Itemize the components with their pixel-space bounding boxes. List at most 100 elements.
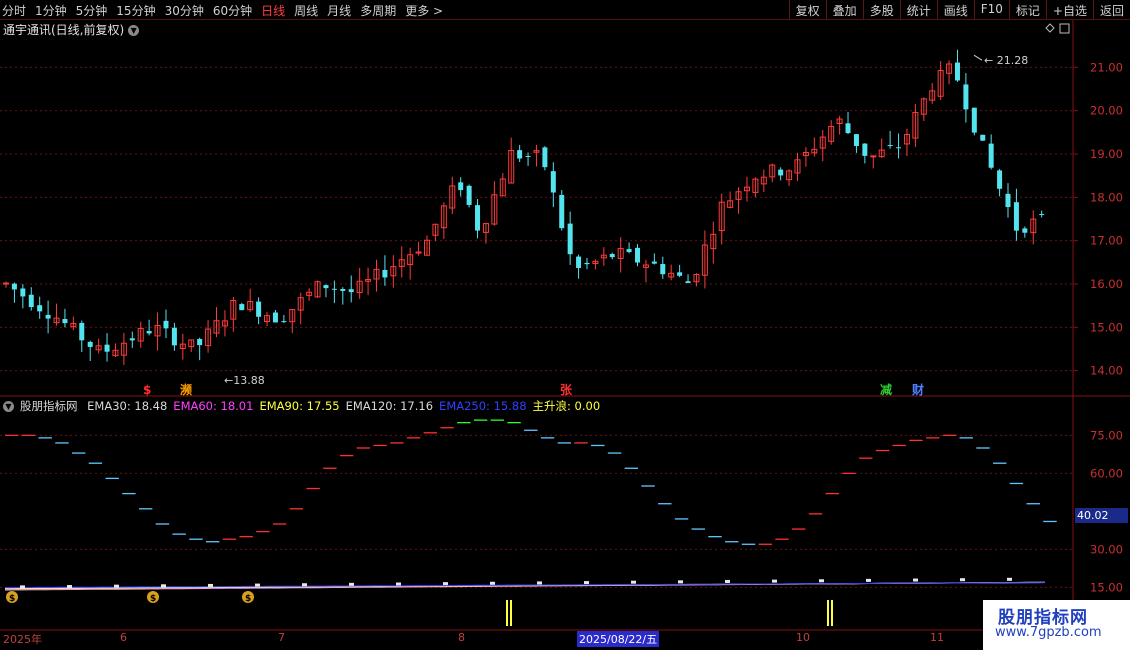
signal-badge-1: 濒 — [180, 382, 192, 397]
ema-dot — [302, 583, 307, 587]
candle-body — [887, 145, 893, 147]
selected-date: 2025/08/22/五 — [577, 631, 660, 647]
candle-body — [11, 283, 17, 290]
candle-body — [778, 169, 784, 176]
diamond-icon — [1045, 23, 1055, 33]
indicator-value-0: EMA30: 18.48 — [87, 399, 168, 413]
candle-body — [971, 107, 977, 133]
price-tick-label: 15.00 — [1090, 320, 1123, 334]
indicator-tick-label: 75.00 — [1090, 428, 1123, 442]
indicator-tick-label: 15.00 — [1090, 580, 1123, 594]
ema-dot — [67, 585, 72, 589]
price-tick-label: 18.00 — [1090, 190, 1123, 204]
ema-dot — [443, 582, 448, 586]
candle-body — [323, 285, 329, 289]
ema-dot — [114, 584, 119, 588]
signal-bar — [506, 600, 508, 626]
candle-body — [635, 247, 641, 263]
signal-badge-0: $ — [143, 383, 151, 397]
candle-body — [79, 322, 85, 341]
ema-dot — [913, 578, 918, 582]
ema-dot — [490, 581, 495, 585]
candle-body — [584, 262, 590, 265]
ema-dot — [396, 582, 401, 586]
price-tick-label: 14.00 — [1090, 364, 1123, 378]
candle-body — [1039, 214, 1045, 216]
high-marker-line — [973, 54, 983, 61]
price-tick-label: 20.00 — [1090, 104, 1123, 118]
date-axis: 2025/08/22/五 2025年 6 7 8 10 11 — [0, 631, 1130, 650]
signal-badge-2: 张 — [560, 382, 573, 397]
signal-badge-3: 减 — [880, 382, 892, 397]
candle-body — [340, 289, 346, 291]
candle-body — [331, 288, 337, 290]
candle-body — [542, 147, 548, 168]
candle-body — [87, 341, 93, 347]
candle-body — [28, 294, 34, 308]
money-bag-icon-label: $ — [150, 594, 156, 604]
ema-dot — [537, 581, 542, 585]
money-bag-icon-label: $ — [9, 594, 15, 604]
candle-body — [197, 338, 203, 346]
ema-dot — [725, 579, 730, 583]
candle-body — [256, 301, 262, 317]
ema-dot — [255, 583, 260, 587]
candle-body — [45, 314, 51, 319]
signal-bar — [827, 600, 829, 626]
candle-body — [963, 84, 969, 110]
candle-body — [685, 281, 691, 284]
watermark-logo: 股朋指标网 www.7gpzb.com — [983, 600, 1130, 650]
price-tick-label: 21.00 — [1090, 60, 1123, 74]
candle-body — [517, 150, 523, 159]
indicator-value-5: 主升浪: 0.00 — [532, 399, 601, 413]
candle-body — [1005, 193, 1011, 208]
ema-dot — [161, 584, 166, 588]
ema-dot — [866, 578, 871, 582]
ema-dot — [20, 585, 25, 589]
ema-dot — [208, 583, 213, 587]
price-tick-label: 16.00 — [1090, 277, 1123, 291]
ema-dot — [631, 580, 636, 584]
candle-body — [988, 143, 994, 168]
candle-body — [1013, 202, 1019, 231]
candle-body — [896, 147, 902, 149]
candle-body — [525, 155, 531, 157]
watermark-url: www.7gpzb.com — [995, 625, 1102, 640]
indicator-tick-label: 30.00 — [1090, 542, 1123, 556]
ema-dot — [349, 582, 354, 586]
candle-body — [272, 312, 278, 323]
date-label-2: 7 — [278, 631, 285, 644]
chevron-down-icon[interactable]: ▼ — [3, 401, 14, 412]
candle-body — [609, 253, 615, 258]
ema-dot — [960, 578, 965, 582]
indicator-value-2: EMA90: 17.55 — [259, 399, 340, 413]
candle-body — [651, 261, 657, 264]
kline-chart[interactable]: 21.00 20.00 19.00 18.00 17.00 16.00 15.00 14.00… — [0, 0, 1130, 650]
price-tick-label: 19.00 — [1090, 147, 1123, 161]
ema-dot — [678, 580, 683, 584]
indicator-current-value: 40.02 — [1075, 508, 1128, 523]
indicator-name[interactable]: 股朋指标网 — [20, 399, 78, 413]
candle-body — [37, 305, 43, 312]
price-tick-label: 17.00 — [1090, 234, 1123, 248]
low-price-label: ←13.88 — [224, 374, 265, 387]
date-label-3: 8 — [458, 631, 465, 644]
square-icon — [1059, 23, 1070, 34]
candle-body — [677, 272, 683, 276]
candle-body — [660, 264, 666, 275]
candle-body — [870, 155, 877, 158]
candle-body — [62, 319, 68, 324]
candle-body — [382, 269, 388, 278]
candle-body — [129, 338, 135, 341]
candle-body — [20, 288, 26, 297]
high-price-label: ← 21.28 — [984, 54, 1028, 67]
indicator-tick-label: 60.00 — [1090, 466, 1123, 480]
signal-badge-4: 财 — [911, 382, 924, 397]
signal-bar — [831, 600, 833, 626]
candle-body — [458, 182, 464, 191]
indicator-value-1: EMA60: 18.01 — [173, 399, 254, 413]
date-label-5: 11 — [930, 631, 944, 644]
candle-body — [626, 249, 632, 253]
indicator-value-3: EMA120: 17.16 — [345, 399, 434, 413]
ema-dot — [772, 579, 777, 583]
